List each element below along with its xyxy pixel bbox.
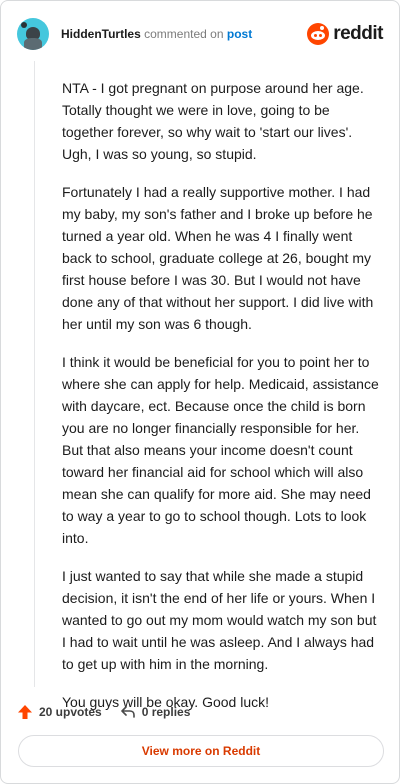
reddit-logo[interactable]: reddit [307,23,383,45]
reddit-snoo-icon [307,23,330,45]
comment-header: HiddenTurtles commented on post reddit [17,17,383,51]
comment-paragraph: Fortunately I had a really supportive mo… [62,184,374,332]
commented-on-text: commented on [144,27,224,41]
avatar-body [24,38,42,50]
snoo-antenna [320,26,325,30]
comment-meta: HiddenTurtles commented on post [61,26,252,42]
comment-paragraph: NTA - I got pregnant on purpose around h… [62,80,364,162]
thread-line[interactable] [34,61,35,687]
comment-body: NTA - I got pregnant on purpose around h… [62,77,380,729]
reddit-wordmark: reddit [333,23,383,44]
comment-paragraph: I just wanted to say that while she made… [62,568,377,672]
reply-button[interactable]: 0 replies [120,704,191,720]
upvote-button[interactable]: 20 upvotes [17,704,102,720]
comment-paragraph: I think it would be beneficial for you t… [62,354,379,546]
avatar-antenna [21,22,27,28]
comment-actions: 20 upvotes 0 replies [17,701,208,723]
comment-card: HiddenTurtles commented on post reddit N… [0,0,400,784]
reply-count: 0 replies [141,705,191,719]
post-link[interactable]: post [227,27,252,41]
user-avatar[interactable] [17,18,49,50]
upvote-arrow-icon [18,705,32,719]
reply-icon [120,706,135,718]
view-more-button[interactable]: View more on Reddit [18,735,384,767]
upvote-count: 20 upvotes [39,705,102,719]
username-link[interactable]: HiddenTurtles [61,27,141,41]
